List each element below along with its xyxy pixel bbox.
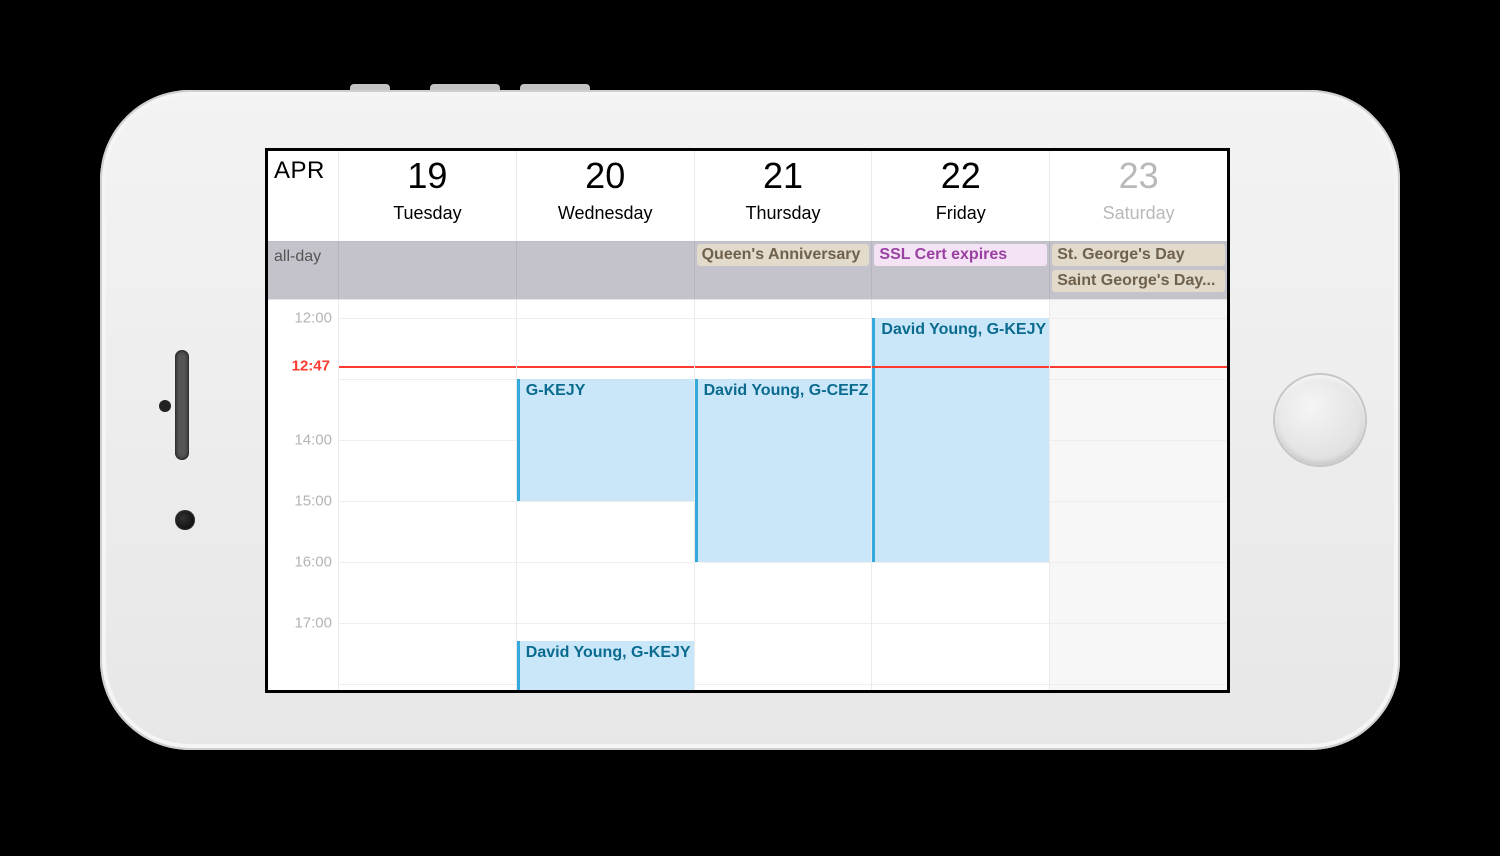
day-of-week: Tuesday (339, 203, 516, 224)
day-number: 20 (517, 155, 694, 197)
hour-label: 17:00 (294, 614, 332, 631)
day-of-week: Thursday (695, 203, 872, 224)
current-time-line (1050, 366, 1227, 368)
day-header[interactable]: 20 Wednesday (516, 151, 694, 241)
hour-label: 16:00 (294, 554, 332, 571)
day-of-week: Friday (872, 203, 1049, 224)
home-button[interactable] (1275, 375, 1365, 465)
all-day-event[interactable]: Saint George's Day... (1052, 270, 1225, 292)
hour-gridline (517, 562, 694, 563)
day-of-week: Wednesday (517, 203, 694, 224)
day-header[interactable]: 21 Thursday (694, 151, 872, 241)
volume-up (430, 84, 500, 90)
day-column[interactable]: G-KEJY David Young, G-KEJY (516, 299, 694, 690)
month-label[interactable]: APR (268, 151, 338, 241)
day-number: 22 (872, 155, 1049, 197)
hour-label: 14:00 (294, 432, 332, 449)
hour-gridline (1050, 318, 1227, 319)
current-time-label: 12:47 (290, 356, 332, 375)
hour-gridline (1050, 501, 1227, 502)
iphone-frame: APR19 Tuesday20 Wednesday21 Thursday22 Frida… (100, 90, 1400, 750)
calendar-event[interactable]: David Young, G-CEFZ (695, 379, 872, 562)
hour-gridline (1050, 562, 1227, 563)
hour-gridline (1050, 440, 1227, 441)
all-day-label: all-day (268, 241, 338, 299)
day-header[interactable]: 22 Friday (871, 151, 1049, 241)
screen: APR19 Tuesday20 Wednesday21 Thursday22 Frida… (265, 148, 1230, 693)
volume-down (520, 84, 590, 90)
hour-gridline (339, 684, 516, 685)
hour-gridline (339, 501, 516, 502)
all-day-cell[interactable] (338, 241, 516, 299)
day-header[interactable]: 23 Saturday (1049, 151, 1227, 241)
hour-gridline (339, 562, 516, 563)
day-number: 19 (339, 155, 516, 197)
hour-gridline (339, 318, 516, 319)
hour-gridline (695, 684, 872, 685)
hour-gridline (1050, 684, 1227, 685)
all-day-cell[interactable]: Queen's Anniversary (694, 241, 872, 299)
hour-gridline (695, 562, 872, 563)
mute-switch (350, 84, 390, 90)
day-of-week: Saturday (1050, 203, 1227, 224)
current-time-line (695, 366, 872, 368)
hour-gridline (517, 623, 694, 624)
proximity-sensor (159, 400, 171, 412)
hour-gridline (872, 623, 1049, 624)
calendar-event[interactable]: David Young, G-KEJY (517, 641, 694, 693)
hour-gridline (517, 318, 694, 319)
day-column[interactable] (338, 299, 516, 690)
day-number: 23 (1050, 155, 1227, 197)
hour-gridline (1050, 379, 1227, 380)
hour-gridline (695, 318, 872, 319)
day-column[interactable]: David Young, G-KEJY (871, 299, 1049, 690)
current-time-line (517, 366, 694, 368)
day-number: 21 (695, 155, 872, 197)
current-time-line (339, 366, 516, 368)
all-day-cell[interactable]: St. George's Day Saint George's Day... (1049, 241, 1227, 299)
hour-gridline (872, 684, 1049, 685)
hour-gridline (339, 623, 516, 624)
time-gutter: 12:00 14:00 15:00 16:00 17:00 12:47 (268, 299, 338, 690)
front-camera (175, 510, 195, 530)
hour-gridline (695, 623, 872, 624)
calendar-event[interactable]: David Young, G-KEJY (872, 318, 1049, 562)
hour-label: 15:00 (294, 493, 332, 510)
all-day-cell[interactable] (516, 241, 694, 299)
hour-gridline (339, 379, 516, 380)
hour-gridline (517, 501, 694, 502)
all-day-event[interactable]: SSL Cert expires (874, 244, 1047, 266)
day-column[interactable] (1049, 299, 1227, 690)
hour-gridline (1050, 623, 1227, 624)
all-day-event[interactable]: St. George's Day (1052, 244, 1225, 266)
all-day-event[interactable]: Queen's Anniversary (697, 244, 870, 266)
all-day-cell[interactable]: SSL Cert expires (871, 241, 1049, 299)
current-time-line (872, 366, 1049, 368)
day-header[interactable]: 19 Tuesday (338, 151, 516, 241)
day-column[interactable]: David Young, G-CEFZ (694, 299, 872, 690)
hour-gridline (872, 562, 1049, 563)
earpiece-speaker (175, 350, 189, 460)
hour-label: 12:00 (294, 310, 332, 327)
hour-gridline (339, 440, 516, 441)
calendar-event[interactable]: G-KEJY (517, 379, 694, 501)
